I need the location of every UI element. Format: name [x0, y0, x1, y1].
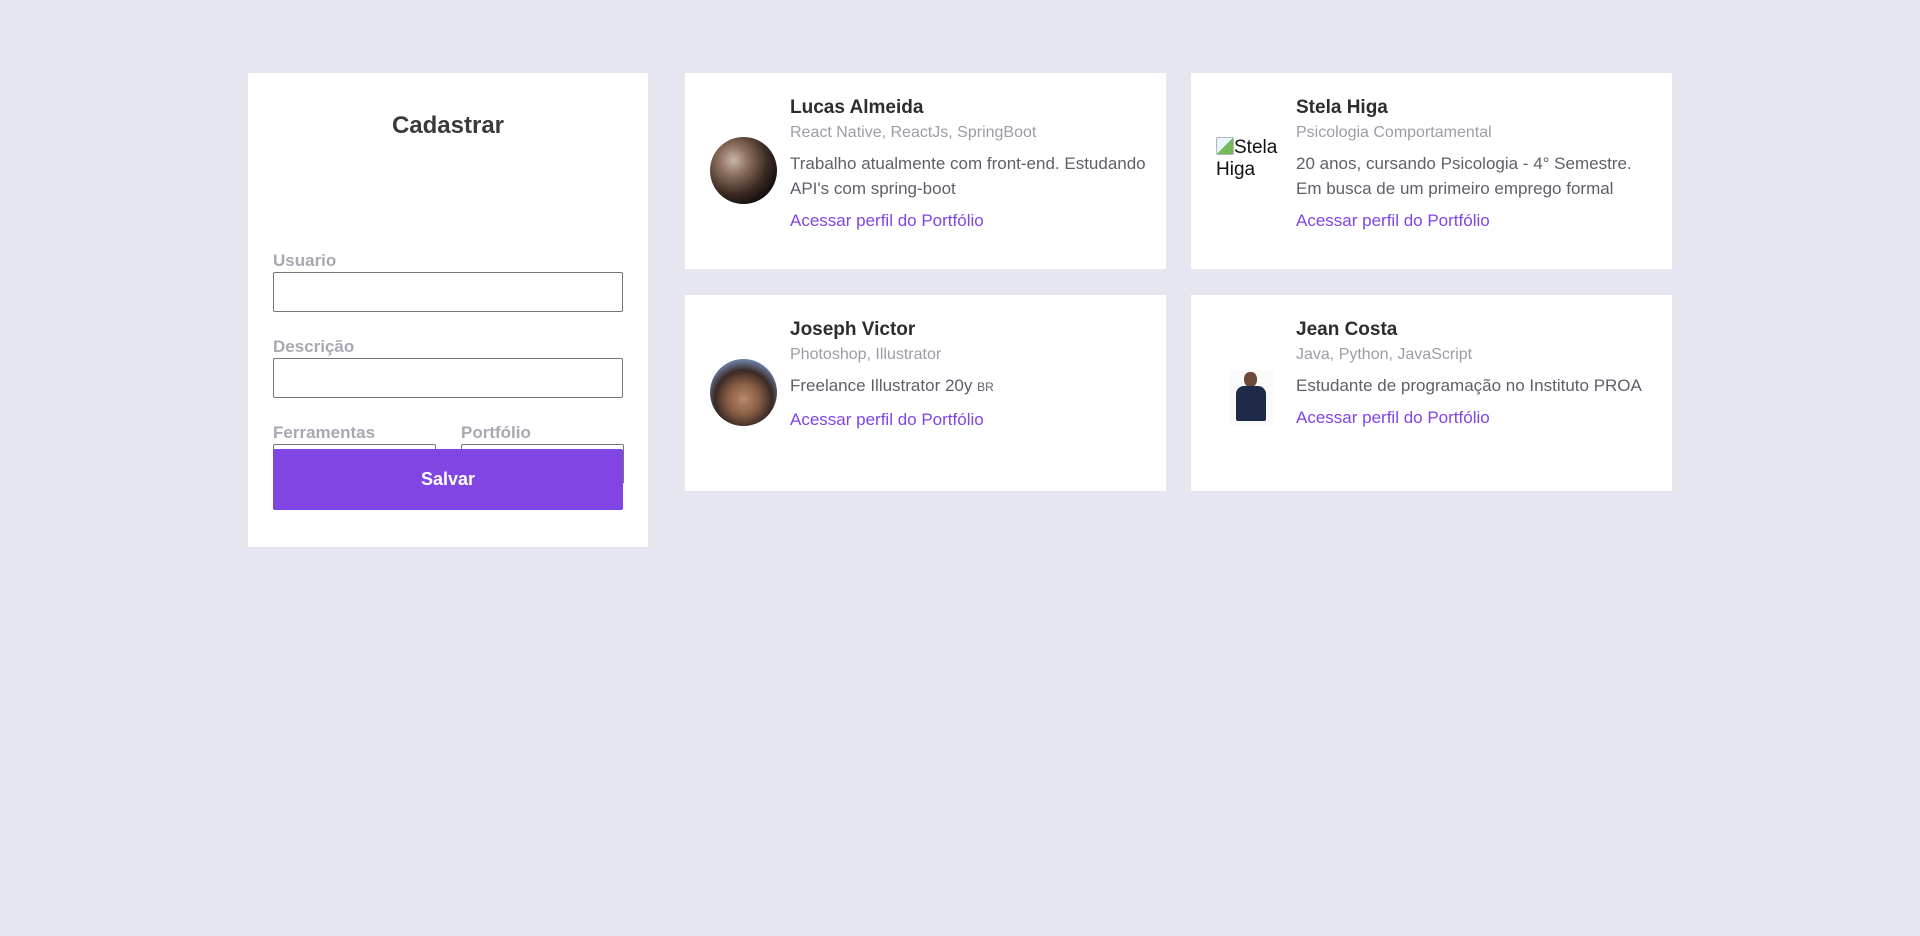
usuario-field: Usuario	[273, 251, 623, 312]
card-name: Jean Costa	[1296, 319, 1398, 340]
avatar	[710, 137, 777, 204]
page: Cadastrar Usuario Descrição Ferramentas …	[0, 0, 1920, 936]
portfolio-link[interactable]: Acessar perfil do Portfólio	[1296, 408, 1661, 428]
card-description: 20 anos, cursando Psicologia - 4° Semest…	[1296, 154, 1632, 198]
save-button[interactable]: Salvar	[273, 449, 623, 510]
avatar	[710, 359, 777, 426]
avatar-alt-text: Stela Higa	[1216, 137, 1278, 180]
usuario-input[interactable]	[273, 272, 623, 312]
avatar	[1229, 370, 1273, 425]
descricao-label: Descrição	[273, 337, 355, 356]
avatar-shirt	[1236, 386, 1266, 421]
card-body: Jean Costa Java, Python, JavaScript Estu…	[1296, 319, 1661, 428]
card-description: Trabalho atualmente com front-end. Estud…	[790, 154, 1146, 198]
form-title: Cadastrar	[391, 112, 505, 139]
card-body: Joseph Victor Photoshop, Illustrator Fre…	[790, 319, 1155, 430]
profile-card: Joseph Victor Photoshop, Illustrator Fre…	[685, 295, 1166, 491]
portfolio-link[interactable]: Acessar perfil do Portfólio	[1296, 211, 1661, 231]
usuario-label: Usuario	[273, 251, 337, 270]
avatar: Stela Higa	[1216, 137, 1277, 207]
card-name: Stela Higa	[1296, 97, 1388, 118]
avatar-head	[1244, 372, 1257, 387]
descricao-input[interactable]	[273, 358, 623, 398]
portfolio-link[interactable]: Acessar perfil do Portfólio	[790, 410, 1155, 430]
card-description-text: Freelance Illustrator 20y	[790, 376, 973, 395]
profile-card: Jean Costa Java, Python, JavaScript Estu…	[1191, 295, 1672, 491]
card-body: Stela Higa Psicologia Comportamental 20 …	[1296, 97, 1661, 231]
register-form: Cadastrar Usuario Descrição Ferramentas …	[248, 73, 648, 547]
card-body: Lucas Almeida React Native, ReactJs, Spr…	[790, 97, 1155, 231]
profile-card: Stela Higa Stela Higa Psicologia Comport…	[1191, 73, 1672, 269]
card-description: Freelance Illustrator 20y BR	[790, 373, 1155, 400]
portfolio-label: Portfólio	[461, 423, 531, 442]
card-tools: Photoshop, Illustrator	[790, 346, 942, 363]
country-badge: BR	[977, 380, 994, 394]
card-tools: Psicologia Comportamental	[1296, 124, 1492, 141]
profile-card: Lucas Almeida React Native, ReactJs, Spr…	[685, 73, 1166, 269]
ferramentas-label: Ferramentas	[273, 423, 376, 442]
card-name: Joseph Victor	[790, 319, 916, 340]
card-name: Lucas Almeida	[790, 97, 924, 118]
card-tools: React Native, ReactJs, SpringBoot	[790, 124, 1037, 141]
card-description: Estudante de programação no Instituto PR…	[1296, 376, 1642, 395]
descricao-field: Descrição	[273, 337, 623, 398]
card-tools: Java, Python, JavaScript	[1296, 346, 1473, 363]
portfolio-link[interactable]: Acessar perfil do Portfólio	[790, 211, 1155, 231]
